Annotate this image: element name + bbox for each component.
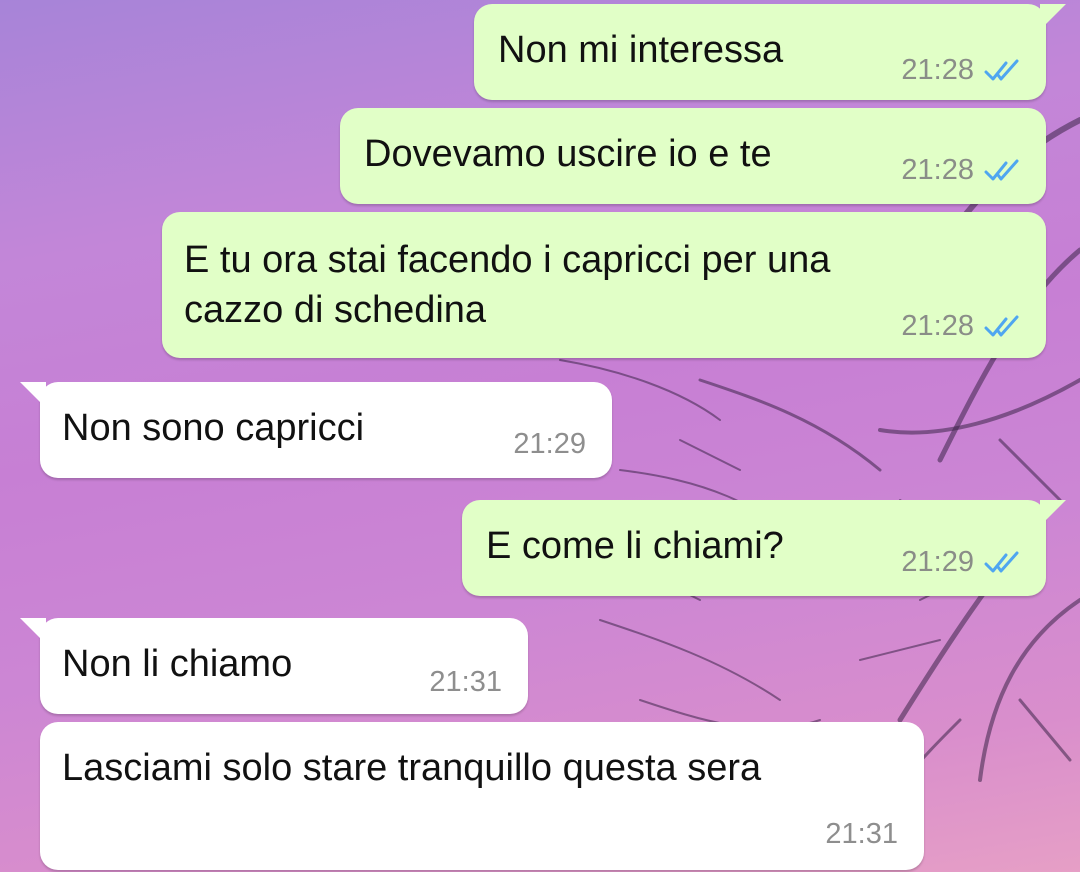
message-time: 21:29 xyxy=(513,428,586,460)
message-bubble-outgoing[interactable]: Dovevamo uscire io e te 21:28 xyxy=(340,108,1046,204)
message-text: Non li chiamo xyxy=(62,643,293,685)
message-meta: 21:31 xyxy=(825,818,898,851)
message-time: 21:28 xyxy=(901,54,974,86)
double-check-read-icon xyxy=(984,59,1019,80)
double-check-read-icon xyxy=(984,159,1019,180)
message-text-line: E tu ora stai facendo i capricci per una xyxy=(184,239,831,281)
message-meta: 21:29 xyxy=(513,428,586,461)
message-text-line: cazzo di schedina xyxy=(184,289,487,331)
message-bubble-incoming[interactable]: Non li chiamo 21:31 xyxy=(20,618,528,714)
message-meta: 21:29 xyxy=(901,546,1024,579)
message-time: 21:31 xyxy=(825,818,898,850)
message-bubble-outgoing[interactable]: E tu ora stai facendo i capricci per una… xyxy=(162,212,1046,358)
message-bubble-outgoing[interactable]: Non mi interessa 21:28 xyxy=(474,4,1066,100)
message-text: Lasciami solo stare tranquillo questa se… xyxy=(62,747,762,789)
message-time: 21:28 xyxy=(901,154,974,186)
message-meta: 21:28 xyxy=(901,54,1024,87)
message-time: 21:31 xyxy=(429,666,502,698)
message-meta: 21:31 xyxy=(429,666,502,699)
message-text: Dovevamo uscire io e te xyxy=(364,133,772,175)
message-text: Non sono capricci xyxy=(62,407,365,449)
message-bubble-outgoing[interactable]: E come li chiami? 21:29 xyxy=(462,500,1066,596)
message-text: Non mi interessa xyxy=(498,29,784,71)
bubble-tail xyxy=(1040,4,1066,30)
message-meta: 21:28 xyxy=(901,154,1024,187)
message-bubble-incoming[interactable]: Non sono capricci 21:29 xyxy=(20,382,612,478)
message-meta: 21:28 xyxy=(901,310,1024,343)
bubble-tail xyxy=(20,618,46,644)
message-time: 21:28 xyxy=(901,310,974,342)
bubble-tail xyxy=(1040,500,1066,526)
message-text: E come li chiami? xyxy=(486,525,784,567)
message-bubble-incoming[interactable]: Lasciami solo stare tranquillo questa se… xyxy=(40,722,924,870)
bubble-tail xyxy=(20,382,46,408)
double-check-read-icon xyxy=(984,315,1019,336)
double-check-read-icon xyxy=(984,551,1019,572)
message-time: 21:29 xyxy=(901,546,974,578)
